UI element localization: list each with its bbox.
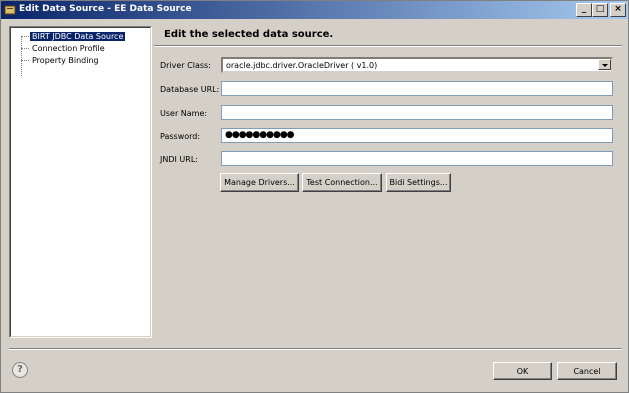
user-name-field[interactable]: [221, 105, 613, 120]
jndi-url-field[interactable]: [221, 151, 613, 166]
manage-drivers-button[interactable]: Manage Drivers...: [220, 173, 299, 192]
test-connection-button[interactable]: Test Connection...: [302, 173, 382, 192]
tree-item-label: Property Binding: [32, 56, 99, 65]
tree-item-property-binding[interactable]: Property Binding: [21, 55, 101, 66]
tree-item-label: Connection Profile: [32, 44, 105, 53]
database-url-label: Database URL:: [160, 85, 220, 94]
bidi-settings-button[interactable]: Bidi Settings...: [386, 173, 451, 192]
chevron-down-icon[interactable]: [598, 59, 611, 70]
password-field[interactable]: ●●●●●●●●●●: [221, 128, 613, 143]
footer-divider: [9, 348, 622, 350]
window-title: Edit Data Source - EE Data Source: [19, 4, 192, 14]
tree-item-birt-jdbc-data-source[interactable]: BIRT JDBC Data Source: [21, 31, 126, 42]
tree-item-label: BIRT JDBC Data Source: [30, 32, 126, 41]
page-title: Edit the selected data source.: [164, 29, 334, 40]
user-name-label: User Name:: [160, 109, 208, 118]
ok-button[interactable]: OK: [493, 362, 552, 380]
help-icon[interactable]: ?: [12, 362, 28, 378]
database-url-field[interactable]: [221, 81, 613, 96]
dialog-window: Edit Data Source - EE Data Source _ □ × …: [0, 0, 629, 393]
driver-class-value: oracle.jdbc.driver.OracleDriver ( v1.0): [226, 61, 378, 70]
password-label: Password:: [160, 132, 201, 141]
driver-class-select[interactable]: oracle.jdbc.driver.OracleDriver ( v1.0): [221, 57, 613, 73]
title-bar[interactable]: Edit Data Source - EE Data Source _ □ ×: [1, 1, 628, 19]
app-icon: [4, 5, 16, 15]
tree-item-connection-profile[interactable]: Connection Profile: [21, 43, 107, 54]
jndi-url-label: JNDI URL:: [160, 155, 198, 164]
cancel-button[interactable]: Cancel: [557, 362, 617, 380]
close-button[interactable]: ×: [610, 3, 626, 17]
minimize-button[interactable]: _: [576, 3, 592, 17]
category-tree[interactable]: BIRT JDBC Data Source Connection Profile…: [9, 26, 152, 338]
heading-divider: [154, 45, 622, 47]
driver-class-label: Driver Class:: [160, 61, 211, 70]
maximize-button[interactable]: □: [592, 3, 608, 17]
